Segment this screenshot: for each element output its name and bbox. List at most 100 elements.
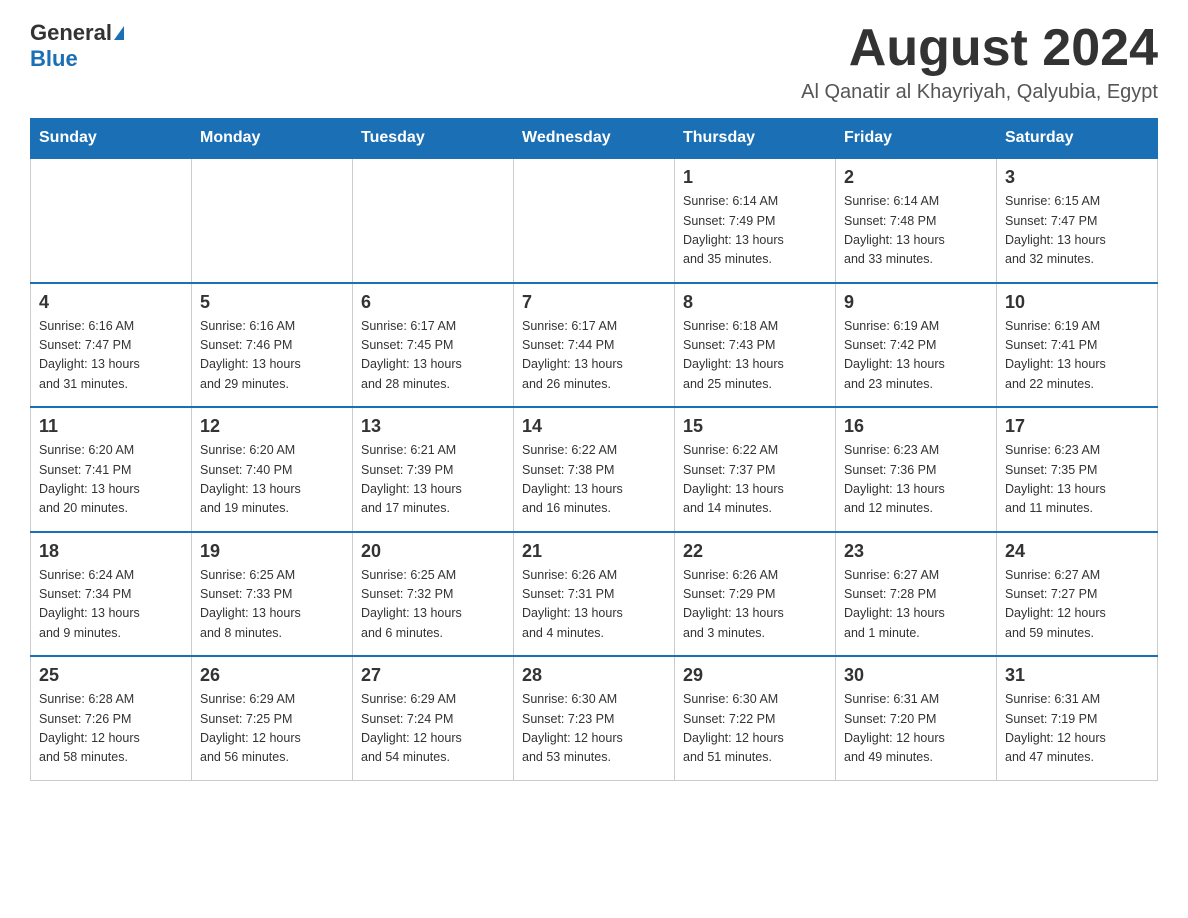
day-info: Sunrise: 6:20 AMSunset: 7:40 PMDaylight:… (200, 441, 344, 519)
day-number: 22 (683, 541, 827, 562)
calendar-week-4: 18 Sunrise: 6:24 AMSunset: 7:34 PMDayligh… (31, 532, 1158, 657)
calendar-day-19: 19 Sunrise: 6:25 AMSunset: 7:33 PMDayligh… (192, 532, 353, 657)
calendar-day-21: 21 Sunrise: 6:26 AMSunset: 7:31 PMDayligh… (514, 532, 675, 657)
day-number: 26 (200, 665, 344, 686)
calendar-day-3: 3Sunrise: 6:15 AMSunset: 7:47 PMDaylight… (997, 158, 1158, 283)
logo: General Blue (30, 20, 124, 73)
day-number: 28 (522, 665, 666, 686)
day-number: 30 (844, 665, 988, 686)
day-number: 18 (39, 541, 183, 562)
calendar-day-18: 18 Sunrise: 6:24 AMSunset: 7:34 PMDayligh… (31, 532, 192, 657)
day-number: 13 (361, 416, 505, 437)
day-info: Sunrise: 6:24 AMSunset: 7:34 PMDaylight:… (39, 566, 183, 644)
calendar-empty (353, 158, 514, 283)
calendar-day-7: 7 Sunrise: 6:17 AMSunset: 7:44 PMDaylight… (514, 283, 675, 408)
day-number: 20 (361, 541, 505, 562)
day-number: 19 (200, 541, 344, 562)
calendar-day-6: 6Sunrise: 6:17 AMSunset: 7:45 PMDaylight… (353, 283, 514, 408)
calendar-day-9: 9 Sunrise: 6:19 AMSunset: 7:42 PMDaylight… (836, 283, 997, 408)
title-section: August 2024 Al Qanatir al Khayriyah, Qal… (801, 20, 1158, 104)
day-info: Sunrise: 6:16 AMSunset: 7:46 PMDaylight:… (200, 317, 344, 395)
column-header-thursday: Thursday (675, 119, 836, 159)
calendar-day-8: 8 Sunrise: 6:18 AMSunset: 7:43 PMDaylight… (675, 283, 836, 408)
day-number: 11 (39, 416, 183, 437)
day-info: Sunrise: 6:27 AMSunset: 7:27 PMDaylight:… (1005, 566, 1149, 644)
day-info: Sunrise: 6:19 AMSunset: 7:42 PMDaylight:… (844, 317, 988, 395)
calendar-week-1: 1Sunrise: 6:14 AMSunset: 7:49 PMDaylight… (31, 158, 1158, 283)
calendar-day-11: 11 Sunrise: 6:20 AMSunset: 7:41 PMDayligh… (31, 407, 192, 532)
day-number: 25 (39, 665, 183, 686)
day-info: Sunrise: 6:31 AMSunset: 7:19 PMDaylight:… (1005, 690, 1149, 768)
day-number: 15 (683, 416, 827, 437)
calendar-day-15: 15 Sunrise: 6:22 AMSunset: 7:37 PMDayligh… (675, 407, 836, 532)
logo-blue: Blue (30, 46, 78, 71)
calendar-day-4: 4 Sunrise: 6:16 AMSunset: 7:47 PMDaylight… (31, 283, 192, 408)
calendar-day-30: 30Sunrise: 6:31 AMSunset: 7:20 PMDayligh… (836, 656, 997, 780)
calendar-day-20: 20 Sunrise: 6:25 AMSunset: 7:32 PMDayligh… (353, 532, 514, 657)
calendar-day-24: 24Sunrise: 6:27 AMSunset: 7:27 PMDayligh… (997, 532, 1158, 657)
day-info: Sunrise: 6:22 AMSunset: 7:37 PMDaylight:… (683, 441, 827, 519)
day-number: 21 (522, 541, 666, 562)
day-info: Sunrise: 6:19 AMSunset: 7:41 PMDaylight:… (1005, 317, 1149, 395)
day-number: 9 (844, 292, 988, 313)
calendar-empty (31, 158, 192, 283)
day-info: Sunrise: 6:23 AMSunset: 7:36 PMDaylight:… (844, 441, 988, 519)
calendar-day-26: 26 Sunrise: 6:29 AMSunset: 7:25 PMDayligh… (192, 656, 353, 780)
calendar-day-27: 27Sunrise: 6:29 AMSunset: 7:24 PMDayligh… (353, 656, 514, 780)
column-header-wednesday: Wednesday (514, 119, 675, 159)
calendar-day-5: 5 Sunrise: 6:16 AMSunset: 7:46 PMDaylight… (192, 283, 353, 408)
calendar-day-14: 14 Sunrise: 6:22 AMSunset: 7:38 PMDayligh… (514, 407, 675, 532)
day-number: 29 (683, 665, 827, 686)
column-header-saturday: Saturday (997, 119, 1158, 159)
day-info: Sunrise: 6:20 AMSunset: 7:41 PMDaylight:… (39, 441, 183, 519)
calendar-subtitle: Al Qanatir al Khayriyah, Qalyubia, Egypt (801, 81, 1158, 104)
calendar-day-12: 12Sunrise: 6:20 AMSunset: 7:40 PMDayligh… (192, 407, 353, 532)
day-number: 8 (683, 292, 827, 313)
calendar-day-28: 28 Sunrise: 6:30 AMSunset: 7:23 PMDayligh… (514, 656, 675, 780)
page-header: General Blue August 2024 Al Qanatir al K… (30, 20, 1158, 104)
logo-general: General (30, 20, 112, 46)
day-number: 4 (39, 292, 183, 313)
day-info: Sunrise: 6:18 AMSunset: 7:43 PMDaylight:… (683, 317, 827, 395)
day-info: Sunrise: 6:21 AMSunset: 7:39 PMDaylight:… (361, 441, 505, 519)
calendar-day-2: 2 Sunrise: 6:14 AMSunset: 7:48 PMDaylight… (836, 158, 997, 283)
day-info: Sunrise: 6:17 AMSunset: 7:44 PMDaylight:… (522, 317, 666, 395)
calendar-week-5: 25Sunrise: 6:28 AMSunset: 7:26 PMDayligh… (31, 656, 1158, 780)
logo-triangle-icon (114, 26, 124, 40)
day-info: Sunrise: 6:22 AMSunset: 7:38 PMDaylight:… (522, 441, 666, 519)
day-info: Sunrise: 6:29 AMSunset: 7:24 PMDaylight:… (361, 690, 505, 768)
column-header-friday: Friday (836, 119, 997, 159)
calendar-day-22: 22 Sunrise: 6:26 AMSunset: 7:29 PMDayligh… (675, 532, 836, 657)
day-info: Sunrise: 6:26 AMSunset: 7:31 PMDaylight:… (522, 566, 666, 644)
calendar-day-31: 31 Sunrise: 6:31 AMSunset: 7:19 PMDayligh… (997, 656, 1158, 780)
day-number: 31 (1005, 665, 1149, 686)
day-number: 5 (200, 292, 344, 313)
calendar-day-10: 10 Sunrise: 6:19 AMSunset: 7:41 PMDayligh… (997, 283, 1158, 408)
column-header-tuesday: Tuesday (353, 119, 514, 159)
day-info: Sunrise: 6:30 AMSunset: 7:23 PMDaylight:… (522, 690, 666, 768)
day-info: Sunrise: 6:26 AMSunset: 7:29 PMDaylight:… (683, 566, 827, 644)
day-number: 1 (683, 167, 827, 188)
day-info: Sunrise: 6:25 AMSunset: 7:32 PMDaylight:… (361, 566, 505, 644)
day-number: 7 (522, 292, 666, 313)
day-info: Sunrise: 6:25 AMSunset: 7:33 PMDaylight:… (200, 566, 344, 644)
day-number: 6 (361, 292, 505, 313)
calendar-day-16: 16Sunrise: 6:23 AMSunset: 7:36 PMDayligh… (836, 407, 997, 532)
calendar-week-3: 11 Sunrise: 6:20 AMSunset: 7:41 PMDayligh… (31, 407, 1158, 532)
day-number: 14 (522, 416, 666, 437)
calendar-title: August 2024 (801, 20, 1158, 77)
calendar-day-25: 25Sunrise: 6:28 AMSunset: 7:26 PMDayligh… (31, 656, 192, 780)
day-info: Sunrise: 6:23 AMSunset: 7:35 PMDaylight:… (1005, 441, 1149, 519)
calendar-empty (514, 158, 675, 283)
calendar-day-13: 13 Sunrise: 6:21 AMSunset: 7:39 PMDayligh… (353, 407, 514, 532)
day-info: Sunrise: 6:30 AMSunset: 7:22 PMDaylight:… (683, 690, 827, 768)
calendar-empty (192, 158, 353, 283)
day-info: Sunrise: 6:29 AMSunset: 7:25 PMDaylight:… (200, 690, 344, 768)
day-info: Sunrise: 6:14 AMSunset: 7:48 PMDaylight:… (844, 192, 988, 270)
calendar-day-23: 23Sunrise: 6:27 AMSunset: 7:28 PMDayligh… (836, 532, 997, 657)
column-header-monday: Monday (192, 119, 353, 159)
day-info: Sunrise: 6:16 AMSunset: 7:47 PMDaylight:… (39, 317, 183, 395)
day-number: 10 (1005, 292, 1149, 313)
day-info: Sunrise: 6:27 AMSunset: 7:28 PMDaylight:… (844, 566, 988, 644)
day-number: 2 (844, 167, 988, 188)
